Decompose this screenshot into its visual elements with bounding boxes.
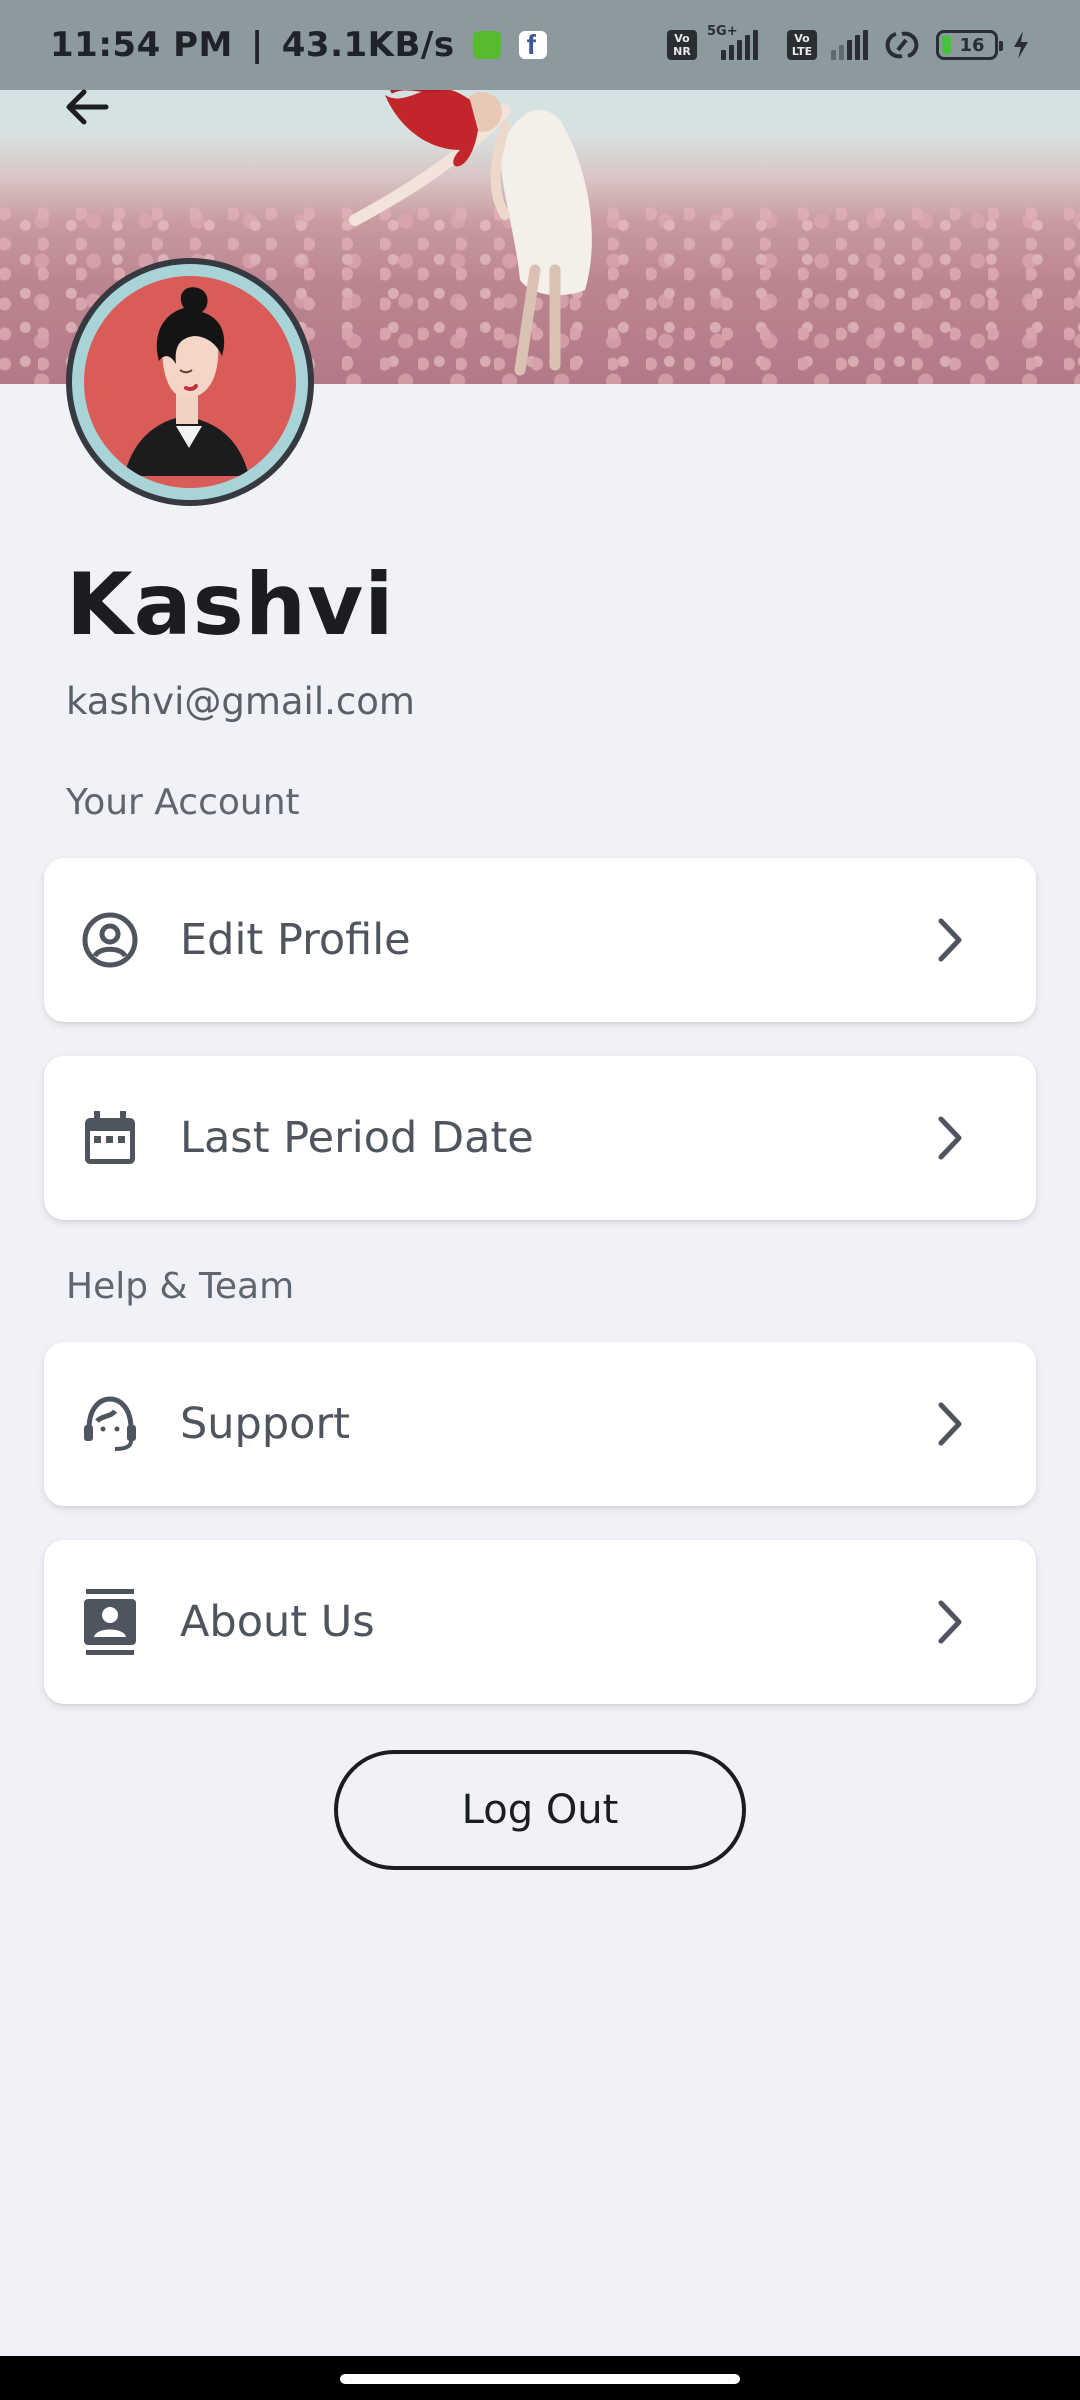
status-separator: | — [250, 25, 264, 65]
last-period-date-item[interactable]: Last Period Date — [44, 1056, 1036, 1220]
chevron-right-icon — [930, 1597, 970, 1647]
log-out-button[interactable]: Log Out — [334, 1750, 746, 1870]
profile-name: Kashvi — [66, 555, 395, 655]
volte-nr-icon: Vo NR — [667, 30, 697, 60]
headset-support-icon — [80, 1394, 140, 1454]
avatar-ring — [72, 264, 308, 500]
facebook-icon: f — [518, 29, 547, 60]
signal-icon — [831, 30, 868, 60]
android-notification-icon — [472, 31, 501, 59]
edit-profile-label: Edit Profile — [180, 915, 411, 965]
last-period-date-label: Last Period Date — [180, 1113, 534, 1163]
section-label-your-account: Your Account — [66, 782, 300, 823]
support-label: Support — [180, 1399, 350, 1449]
signal-5g-icon: 5G+ — [707, 24, 773, 60]
edit-profile-item[interactable]: Edit Profile — [44, 858, 1036, 1022]
chevron-right-icon — [930, 1113, 970, 1163]
volte-lte-icon: Vo LTE — [787, 30, 817, 60]
status-net-speed: 43.1KB/s — [281, 25, 455, 65]
avatar-illustration — [84, 276, 296, 488]
section-label-help-team: Help & Team — [66, 1266, 295, 1307]
account-circle-icon — [80, 910, 140, 970]
hotspot-link-icon — [885, 31, 919, 59]
status-right: Vo NR 5G+ Vo LTE 16 — [667, 24, 1030, 62]
arrow-left-icon — [66, 89, 109, 125]
calendar-icon — [80, 1108, 140, 1168]
charging-bolt-icon — [1014, 31, 1028, 59]
avatar — [66, 258, 314, 506]
status-time: 11:54 PM — [50, 25, 233, 65]
battery-icon: 16 — [936, 30, 1003, 60]
contact-card-icon — [80, 1589, 140, 1655]
back-button[interactable] — [62, 82, 132, 142]
status-left: 11:54 PM | 43.1KB/s f — [50, 25, 547, 65]
about-us-item[interactable]: About Us — [44, 1540, 1036, 1704]
about-us-label: About Us — [180, 1597, 375, 1647]
navigation-bar — [0, 2356, 1080, 2400]
chevron-right-icon — [930, 1399, 970, 1449]
profile-email: kashvi@gmail.com — [66, 680, 415, 723]
support-item[interactable]: Support — [44, 1342, 1036, 1506]
status-bar: 11:54 PM | 43.1KB/s f Vo NR 5G+ Vo LTE 1… — [0, 0, 1080, 90]
home-indicator[interactable] — [340, 2374, 740, 2384]
chevron-right-icon — [930, 915, 970, 965]
